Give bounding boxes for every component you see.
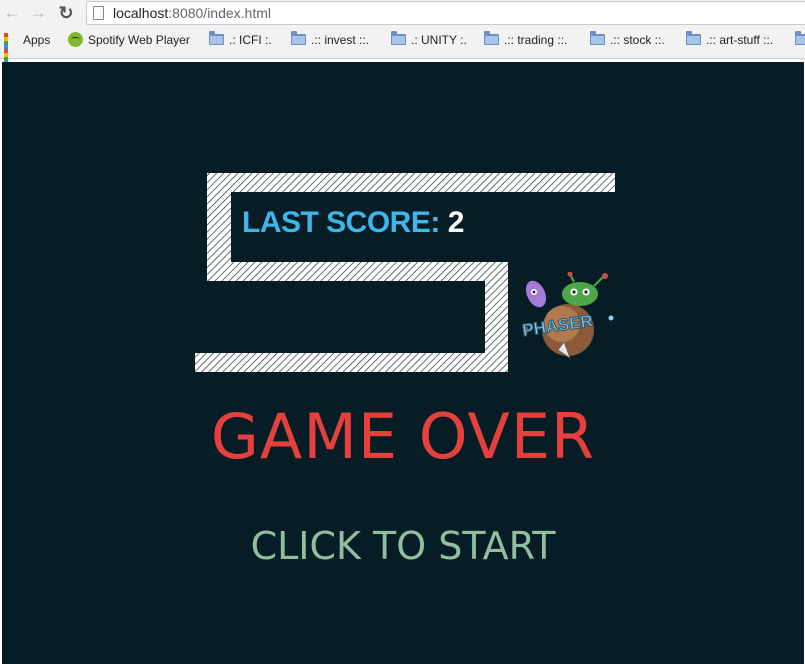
bookmark-spotify[interactable]: Spotify Web Player xyxy=(68,29,190,51)
bookmark-overflow-folder[interactable] xyxy=(795,29,805,51)
folder-icon xyxy=(795,31,805,46)
bookmark-label: .:: invest ::. xyxy=(311,33,370,47)
navigation-bar: ← → ↻ localhost:8080/index.html xyxy=(0,0,805,28)
snake-segment-top xyxy=(207,173,615,192)
bookmark-label: .:: art-stuff ::. xyxy=(706,33,774,47)
folder-icon xyxy=(391,31,406,46)
last-score: LAST SCORE: 2 xyxy=(242,206,464,240)
spotify-icon xyxy=(68,32,83,48)
bookmarks-bar: Apps Spotify Web Player .: ICFI :. .:: i… xyxy=(0,29,805,69)
bookmark-label: .: UNITY :. xyxy=(411,33,467,47)
snake-graphic xyxy=(195,173,615,372)
score-value: 2 xyxy=(447,206,465,239)
browser-chrome: ← → ↻ localhost:8080/index.html Apps Spo… xyxy=(0,0,805,69)
bookmark-label: Spotify Web Player xyxy=(88,33,190,47)
apps-grid-icon xyxy=(4,32,18,69)
url-host: localhost xyxy=(113,5,169,21)
folder-icon xyxy=(590,31,605,46)
folder-icon xyxy=(209,31,224,46)
bookmark-folder-icfi[interactable]: .: ICFI :. xyxy=(209,29,272,51)
url-text[interactable]: localhost:8080/index.html xyxy=(113,5,271,21)
bookmark-label: Apps xyxy=(23,33,51,47)
bookmark-label: .:: trading ::. xyxy=(504,33,568,47)
folder-icon xyxy=(291,31,306,46)
folder-icon xyxy=(686,31,701,46)
bookmark-apps[interactable]: Apps xyxy=(4,29,51,69)
address-bar[interactable]: localhost:8080/index.html xyxy=(86,1,805,25)
snake-segment-bottom xyxy=(195,353,508,372)
snake-segment-middle xyxy=(207,262,508,281)
page-icon xyxy=(93,6,104,20)
game-canvas[interactable]: LAST SCORE: 2 PHASER GAME OVER CLICK TO … xyxy=(2,62,804,664)
forward-arrow-icon[interactable]: → xyxy=(28,3,48,23)
bookmark-folder-unity[interactable]: .: UNITY :. xyxy=(391,29,467,51)
bookmark-folder-invest[interactable]: .:: invest ::. xyxy=(291,29,369,51)
back-arrow-icon[interactable]: ← xyxy=(2,3,22,23)
url-path: :8080/index.html xyxy=(168,5,271,21)
click-to-start-button[interactable]: CLICK TO START xyxy=(2,524,804,568)
bookmark-folder-art-stuff[interactable]: .:: art-stuff ::. xyxy=(686,29,773,51)
bookmark-folder-stock[interactable]: .:: stock ::. xyxy=(590,29,665,51)
reload-icon[interactable]: ↻ xyxy=(56,3,76,23)
folder-icon xyxy=(484,31,499,46)
score-label: LAST SCORE: xyxy=(242,206,440,239)
phaser-logo-icon: PHASER xyxy=(521,272,614,360)
bookmark-label: .: ICFI :. xyxy=(229,33,272,47)
bookmark-folder-trading[interactable]: .:: trading ::. xyxy=(484,29,567,51)
bookmark-label: .:: stock ::. xyxy=(610,33,665,47)
game-over-title: GAME OVER xyxy=(210,400,596,473)
